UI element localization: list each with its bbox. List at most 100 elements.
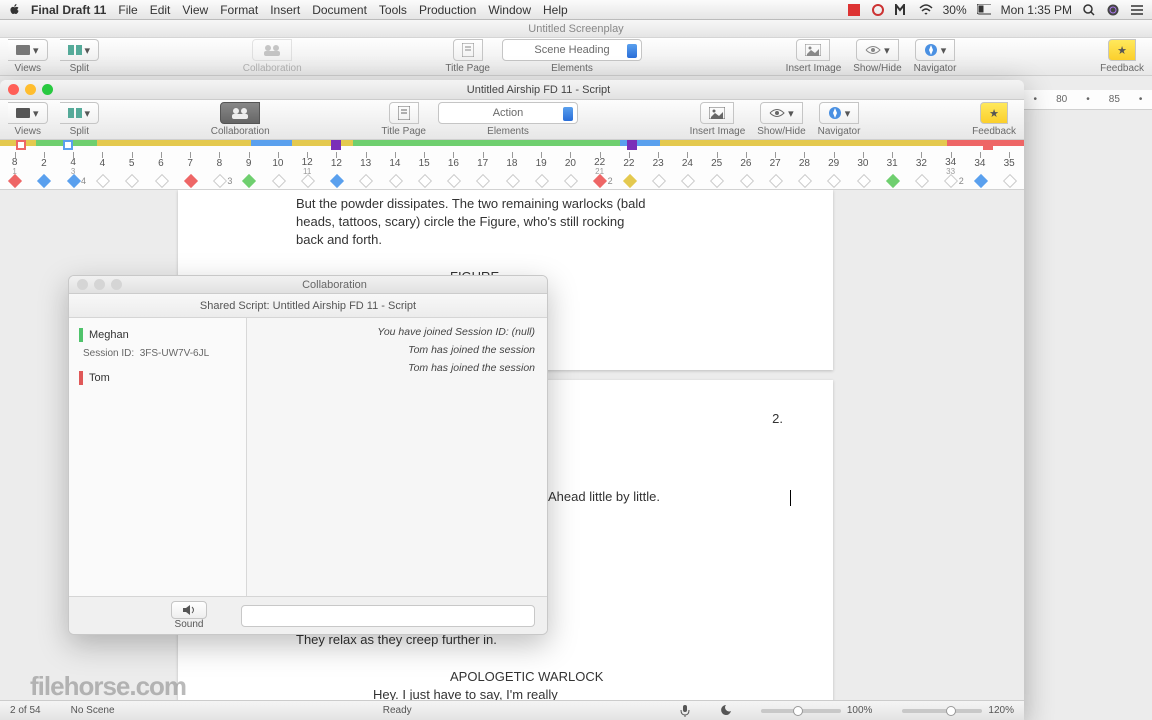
titlepage-label: Title Page: [381, 126, 426, 137]
menu-edit[interactable]: Edit: [150, 3, 171, 17]
collab-footer: Sound: [69, 596, 547, 634]
ready-status: Ready: [145, 705, 650, 716]
battery-percent: 30%: [943, 3, 967, 17]
showhide-label-w1: Show/Hide: [853, 63, 901, 74]
collab-label-w1: Collaboration: [243, 63, 302, 74]
collab-user-tom[interactable]: Tom: [79, 371, 236, 385]
sound-toggle[interactable]: Sound: [149, 601, 229, 630]
character-name: APOLOGETIC WARLOCK: [450, 668, 783, 686]
feedback-button[interactable]: ★: [980, 102, 1008, 124]
scene-status: No Scene: [71, 705, 115, 716]
scene-marker[interactable]: [16, 140, 26, 150]
zoom-button[interactable]: [42, 84, 53, 95]
collaboration-panel: Collaboration Shared Script: Untitled Ai…: [68, 275, 548, 635]
menu-document[interactable]: Document: [312, 3, 367, 17]
scene-marker[interactable]: [63, 140, 73, 150]
feedback-label: Feedback: [972, 126, 1016, 137]
spotlight-icon[interactable]: [1082, 3, 1096, 17]
feedback-label-w1: Feedback: [1100, 63, 1144, 74]
menu-production[interactable]: Production: [419, 3, 476, 17]
insertimage-button-w1[interactable]: [796, 39, 830, 61]
insertimage-label-w1: Insert Image: [786, 63, 842, 74]
titlepage-button[interactable]: [389, 102, 419, 124]
collab-min[interactable]: [94, 279, 105, 290]
menu-file[interactable]: File: [118, 3, 137, 17]
split-label: Split: [70, 126, 89, 137]
collab-message: You have joined Session ID: (null): [259, 326, 535, 338]
showhide-button[interactable]: ▾: [760, 102, 803, 124]
dialogue: Hey. I just have to say, I'm really: [373, 686, 783, 700]
nav-button-w1[interactable]: ▾: [915, 39, 956, 61]
window1-toolbar: ▾ Views ▾ Split Collaboration Title Page…: [0, 38, 1152, 76]
notification-center-icon[interactable]: [1130, 3, 1144, 17]
collab-message: Tom has joined the session: [259, 344, 535, 356]
collab-button-w1[interactable]: [252, 39, 292, 61]
siri-icon[interactable]: [1106, 3, 1120, 17]
menu-insert[interactable]: Insert: [270, 3, 300, 17]
collab-message: Tom has joined the session: [259, 362, 535, 374]
titlepage-label-w1: Title Page: [445, 63, 490, 74]
collab-close[interactable]: [77, 279, 88, 290]
traffic-lights: [8, 84, 53, 95]
scene-marker[interactable]: [331, 140, 341, 150]
app-name[interactable]: Final Draft 11: [31, 3, 106, 17]
page-count: 2 of 54: [10, 705, 41, 716]
battery-icon[interactable]: [977, 3, 991, 17]
ruler-background-window: • 80 • 85 •: [1024, 90, 1152, 110]
text-cursor: [790, 490, 791, 506]
wifi-icon[interactable]: [919, 3, 933, 17]
feedback-button-w1[interactable]: ★: [1108, 39, 1136, 61]
mic-icon[interactable]: [680, 705, 690, 717]
views-label-w1: Views: [15, 63, 42, 74]
views-button-w1[interactable]: ▾: [8, 39, 48, 61]
zoom-control-1[interactable]: 100%: [761, 705, 873, 716]
status-icon-swirl[interactable]: [871, 3, 885, 17]
insertimage-button[interactable]: [700, 102, 734, 124]
collab-zoom[interactable]: [111, 279, 122, 290]
status-icon-m[interactable]: [895, 3, 909, 17]
collab-user-meghan[interactable]: Meghan: [79, 328, 236, 342]
views-button[interactable]: ▾: [8, 102, 48, 124]
collab-label: Collaboration: [211, 126, 270, 137]
collab-button[interactable]: [220, 102, 260, 124]
zoom-control-2[interactable]: 120%: [902, 705, 1014, 716]
menubar-right: 30% Mon 1:35 PM: [847, 3, 1144, 17]
element-select[interactable]: Action: [438, 102, 578, 124]
scene-marker[interactable]: [983, 140, 993, 150]
scene-marker[interactable]: [627, 140, 637, 150]
elements-label: Elements: [487, 126, 529, 137]
window2-toolbar: ▾ Views ▾ Split Collaboration Title Page…: [0, 100, 1024, 140]
menu-help[interactable]: Help: [543, 3, 568, 17]
collab-titlebar[interactable]: Collaboration: [69, 276, 547, 294]
scene-navigator[interactable]: 8124345678910121112131415161718192022212…: [0, 140, 1024, 190]
window2-titlebar[interactable]: Untitled Airship FD 11 - Script: [0, 80, 1024, 100]
nav-button[interactable]: ▾: [819, 102, 860, 124]
apple-menu[interactable]: [8, 3, 21, 16]
titlepage-button-w1[interactable]: [453, 39, 483, 61]
collab-title: Collaboration: [122, 279, 547, 291]
collab-subtitle: Shared Script: Untitled Airship FD 11 - …: [69, 294, 547, 318]
collab-user-list: Meghan Session ID: 3FS-UW7V-6JL Tom: [69, 318, 247, 596]
window2-title: Untitled Airship FD 11 - Script: [53, 84, 1024, 96]
close-button[interactable]: [8, 84, 19, 95]
split-label-w1: Split: [70, 63, 89, 74]
nav-label: Navigator: [818, 126, 861, 137]
status-icon-red[interactable]: [847, 3, 861, 17]
element-select-w1[interactable]: Scene Heading: [502, 39, 642, 61]
showhide-button-w1[interactable]: ▾: [856, 39, 899, 61]
menu-view[interactable]: View: [182, 3, 208, 17]
macos-menubar: Final Draft 11 File Edit View Format Ins…: [0, 0, 1152, 20]
split-button-w1[interactable]: ▾: [60, 39, 100, 61]
clock[interactable]: Mon 1:35 PM: [1001, 3, 1072, 17]
insertimage-label: Insert Image: [690, 126, 746, 137]
watermark: filehorse.com: [30, 671, 186, 702]
collab-message-input[interactable]: [241, 605, 535, 627]
menu-tools[interactable]: Tools: [379, 3, 407, 17]
night-mode-icon[interactable]: [720, 705, 731, 716]
menu-window[interactable]: Window: [488, 3, 531, 17]
menu-format[interactable]: Format: [220, 3, 258, 17]
views-label: Views: [15, 126, 42, 137]
showhide-label: Show/Hide: [757, 126, 805, 137]
split-button[interactable]: ▾: [60, 102, 100, 124]
minimize-button[interactable]: [25, 84, 36, 95]
